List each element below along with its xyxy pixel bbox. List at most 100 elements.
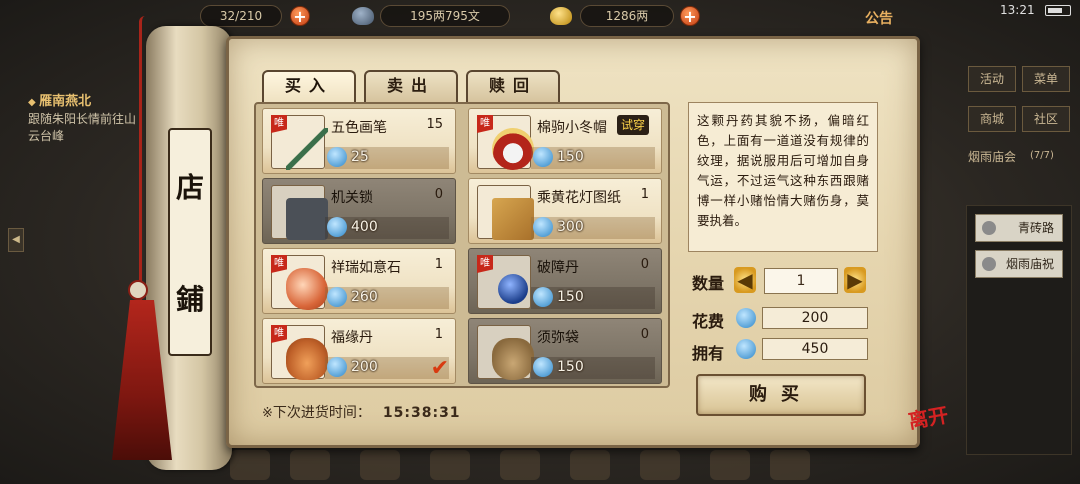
item-count: 1 (434, 257, 443, 272)
decrease-quantity-button[interactable]: ◀ (734, 267, 756, 293)
item-price: 150 (557, 149, 584, 165)
owned-value: 450 (762, 338, 868, 360)
coin-icon (533, 217, 553, 237)
battery-icon (1045, 5, 1071, 16)
coin-icon (327, 217, 347, 237)
shop-item-selected[interactable]: 唯 福缘丹 1 200 ✔ (262, 318, 456, 384)
blueprint-icon (492, 198, 534, 240)
restock-timer: ※下次进货时间： 15:38:31 (262, 402, 461, 422)
task-item[interactable]: 烟雨庙祝 (975, 250, 1063, 278)
item-price: 400 (351, 219, 378, 235)
activity-button[interactable]: 活动 (968, 66, 1016, 92)
item-name: 破障丹 (537, 260, 579, 276)
shop-item[interactable]: 唯 祥瑞如意石 1 260 (262, 248, 456, 314)
add-bag-button[interactable]: + (290, 6, 310, 26)
item-price: 300 (557, 219, 584, 235)
copper-coin-icon (352, 7, 374, 25)
tab-buy[interactable]: 买入 (262, 70, 356, 102)
clock: 13:21 (1000, 3, 1035, 17)
item-name: 五色画笔 (331, 120, 387, 136)
coin-icon (327, 357, 347, 377)
item-name: 乘黄花灯图纸 (537, 190, 621, 206)
coin-icon (533, 357, 553, 377)
task-panel: 青砖路 烟雨庙祝 (966, 205, 1072, 455)
item-name: 棉驹小冬帽 (537, 120, 607, 136)
brush-icon (286, 128, 328, 170)
tassel-knot (128, 280, 148, 300)
tab-redeem[interactable]: 赎回 (466, 70, 560, 102)
increase-quantity-button[interactable]: ▶ (844, 267, 866, 293)
stone-icon (286, 268, 328, 310)
item-price: 150 (557, 289, 584, 305)
coin-icon (736, 339, 756, 359)
restock-symbol: ※ (262, 406, 273, 421)
quantity-label: 数量 (692, 274, 725, 293)
item-price: 200 (351, 359, 378, 375)
item-name: 机关锁 (331, 190, 373, 206)
item-count: 1 (434, 327, 443, 342)
tab-sell[interactable]: 卖出 (364, 70, 458, 102)
collapse-left-icon[interactable]: ◀ (8, 228, 24, 252)
gold-ingot-icon (550, 7, 572, 25)
event-label[interactable]: 烟雨庙会 (968, 148, 1016, 165)
tassel-cord (139, 16, 145, 316)
location-icon (982, 221, 996, 235)
bottom-skill-bar (220, 442, 820, 484)
quantity-input[interactable]: 1 (764, 268, 838, 294)
item-thumbnail (271, 185, 328, 240)
item-count: 0 (434, 187, 443, 202)
pill-icon (498, 274, 528, 304)
lucky-pill-icon (286, 338, 328, 380)
location-icon (982, 257, 996, 271)
task-label: 青砖路 (1017, 221, 1054, 235)
item-price: 25 (351, 149, 369, 165)
coin-icon (327, 287, 347, 307)
item-count: 15 (426, 117, 443, 132)
shop-title-char: 鋪 (175, 283, 204, 316)
add-ingot-button[interactable]: + (680, 6, 700, 26)
shop-item[interactable]: 唯 破障丹 0 150 (468, 248, 662, 314)
quest-tracker[interactable]: 雁南燕北 跟随朱阳长情前往山云台峰 (28, 90, 148, 145)
buy-button[interactable]: 购买 (696, 374, 866, 416)
shop-item[interactable]: 机关锁 0 400 (262, 178, 456, 244)
restock-time: 15:38:31 (382, 405, 461, 421)
try-on-badge[interactable]: 试穿 (617, 115, 650, 135)
item-description: 这颗丹药其貌不扬，偏暗红色，上面有一道道没有规律的纹理，据说服用后可增加自身气运… (688, 102, 878, 252)
shop-item[interactable]: 唯 棉驹小冬帽 试穿 150 (468, 108, 662, 174)
event-count: (7/7) (1030, 150, 1054, 161)
coin-icon (736, 308, 756, 328)
quest-title: 雁南燕北 (28, 90, 148, 109)
coin-icon (533, 287, 553, 307)
coin-icon (533, 147, 553, 167)
shop-title-char: 店 (175, 171, 204, 204)
hat-icon (492, 128, 534, 170)
cost-label: 花费 (692, 312, 725, 331)
ingot-display: 1286两 (580, 5, 674, 27)
task-item[interactable]: 青砖路 (975, 214, 1063, 242)
item-name: 须弥袋 (537, 330, 579, 346)
coin-icon (327, 147, 347, 167)
item-count: 0 (640, 257, 649, 272)
menu-button[interactable]: 菜单 (1022, 66, 1070, 92)
task-label: 烟雨庙祝 (1005, 257, 1054, 271)
mall-button[interactable]: 商城 (968, 106, 1016, 132)
item-name: 祥瑞如意石 (331, 260, 401, 276)
bag-capacity: 32/210 (200, 5, 282, 27)
shop-item[interactable]: 乘黄花灯图纸 1 300 (468, 178, 662, 244)
cost-value: 200 (762, 307, 868, 329)
notice-button[interactable]: 公告 (865, 8, 893, 28)
item-count: 0 (640, 327, 649, 342)
checkmark-icon: ✔ (430, 356, 449, 381)
item-thumbnail (477, 185, 534, 240)
item-thumbnail (477, 325, 534, 380)
item-count: 1 (640, 187, 649, 202)
item-name: 福缘丹 (331, 330, 373, 346)
shop-item[interactable]: 唯 五色画笔 15 25 (262, 108, 456, 174)
item-price: 260 (351, 289, 378, 305)
community-button[interactable]: 社区 (1022, 106, 1070, 132)
shop-item[interactable]: 须弥袋 0 150 (468, 318, 662, 384)
money-display: 195两795文 (380, 5, 510, 27)
restock-label: 下次进货时间： (272, 405, 371, 421)
owned-label: 拥有 (692, 344, 725, 363)
pouch-icon (492, 338, 534, 380)
